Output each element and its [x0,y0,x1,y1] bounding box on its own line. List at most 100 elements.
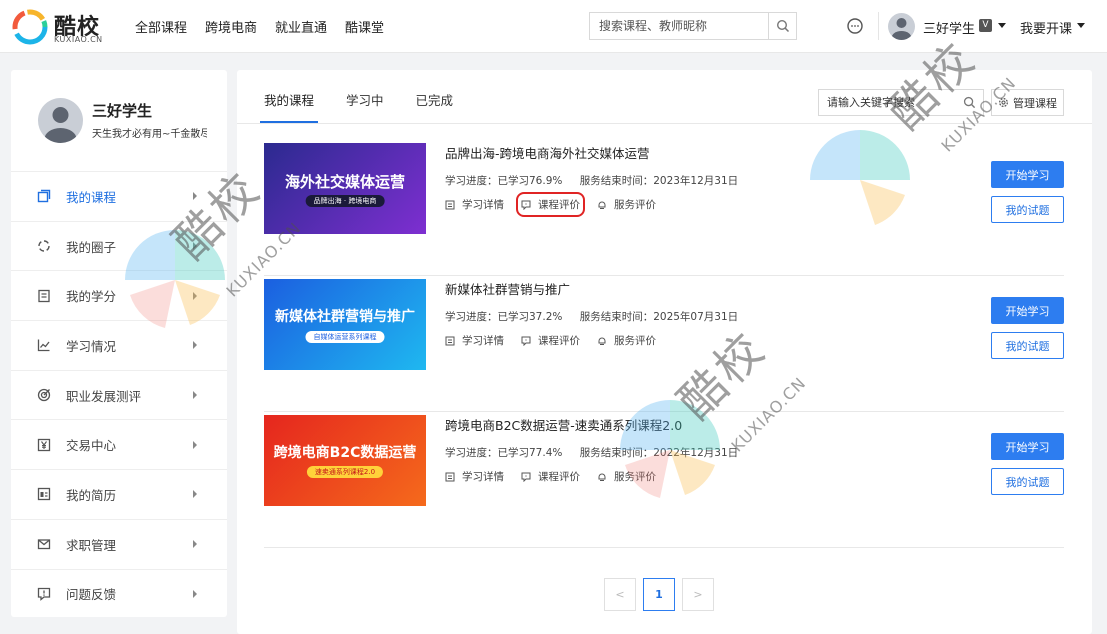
course-title[interactable]: 品牌出海-跨境电商海外社交媒体运营 [445,143,650,162]
start-learning-button[interactable]: 开始学习 [991,161,1064,188]
course-cover[interactable]: 海外社交媒体运营 品牌出海 · 跨境电商 [264,143,426,234]
course-progress: 学习进度：已学习77.4% [445,447,563,459]
teach-chevron-down-icon[interactable] [1077,23,1085,28]
service-review-link[interactable]: 服务评价 [597,333,656,348]
sidebar-item-circles[interactable]: 我的圈子 [11,220,227,271]
tab-completed[interactable]: 已完成 [416,70,454,122]
mail-icon [37,539,51,550]
resume-icon [37,488,51,501]
message-icon[interactable] [846,17,864,35]
course-meta: 学习进度：已学习37.2% 服务结束时间：2025年07月31日 [445,309,752,324]
profile-motto: 天生我才必有用~千金散尽还复来 [92,129,207,140]
service-review-label: 服务评价 [614,199,656,211]
start-learning-button[interactable]: 开始学习 [991,297,1064,324]
tab-my-courses[interactable]: 我的课程 [259,70,319,123]
course-title[interactable]: 跨境电商B2C数据运营-速卖通系列课程2.0 [445,415,682,434]
sidebar-item-credits[interactable]: 我的学分 [11,270,227,320]
cover-tag: 速卖通系列课程2.0 [306,466,384,478]
profile-avatar-icon [44,107,77,143]
course-review-link[interactable]: 课程评价 [521,333,580,348]
comment-icon [521,472,531,482]
service-review-label: 服务评价 [614,471,656,483]
my-exams-button[interactable]: 我的试题 [991,332,1064,359]
sidebar-item-resume[interactable]: 我的简历 [11,469,227,519]
chevron-right-icon [193,192,197,201]
study-detail-link[interactable]: 学习详情 [445,469,504,484]
course-links: 学习详情 课程评价 服务评价 [445,469,673,484]
course-cover[interactable]: 跨境电商B2C数据运营 速卖通系列课程2.0 [264,415,426,506]
page-1-button[interactable]: 1 [643,578,675,611]
sidebar-item-my-courses[interactable]: 我的课程 [11,171,227,221]
sidebar-item-feedback[interactable]: 问题反馈 [11,568,227,619]
course-review-link[interactable]: 课程评价 [516,192,585,217]
course-end-date: 服务结束时间：2023年12月31日 [579,175,739,187]
keyword-search-input[interactable] [819,90,955,115]
next-page-button[interactable]: > [682,578,714,611]
course-end-date: 服务结束时间：2022年12月31日 [579,447,739,459]
sidebar-item-label: 我的圈子 [66,239,117,255]
sidebar-item-label: 求职管理 [66,537,117,553]
profile-avatar[interactable] [38,98,83,143]
course-title[interactable]: 新媒体社群营销与推广 [445,279,570,298]
site-search [589,12,797,40]
sidebar-item-job-management[interactable]: 求职管理 [11,518,227,569]
course-meta: 学习进度：已学习77.4% 服务结束时间：2022年12月31日 [445,445,752,460]
main-panel: 我的课程 学习中 已完成 管理课程 海外社交媒体运营 品牌出海 · 跨境电商 品… [237,70,1092,634]
chart-icon [37,339,50,352]
sidebar-menu: 我的课程 我的圈子 我的学分 学习情况 职业发展测评 交易中心 我的简历 求职管… [11,171,227,618]
start-teaching-link[interactable]: 我要开课 [1020,18,1072,37]
chevron-right-icon [193,341,197,350]
manage-courses-button[interactable]: 管理课程 [991,89,1064,116]
course-review-link[interactable]: 课程评价 [521,469,580,484]
service-icon [598,473,606,481]
vip-badge: V [979,19,992,32]
chevron-right-icon [193,291,197,300]
course-review-label: 课程评价 [538,199,580,211]
search-input[interactable] [590,13,768,39]
sidebar: 三好学生 天生我才必有用~千金散尽还复来 我的课程 我的圈子 我的学分 学习情况… [11,70,227,617]
circle-icon [38,240,50,252]
sidebar-item-label: 问题反馈 [66,587,117,603]
study-detail-link[interactable]: 学习详情 [445,333,504,348]
service-review-link[interactable]: 服务评价 [597,469,656,484]
sidebar-item-career-assessment[interactable]: 职业发展测评 [11,369,227,420]
my-exams-button[interactable]: 我的试题 [991,196,1064,223]
tab-learning[interactable]: 学习中 [346,70,384,122]
user-avatar[interactable] [888,13,915,40]
study-detail-link[interactable]: 学习详情 [445,197,504,212]
logo-domain: KUXIAO.CN [54,35,103,44]
sidebar-item-label: 学习情况 [66,338,117,354]
cover-title: 海外社交媒体运营 [284,173,405,191]
chevron-right-icon [193,391,197,400]
feedback-icon [37,587,51,601]
course-icon [37,190,51,203]
my-exams-button[interactable]: 我的试题 [991,468,1064,495]
cover-tag: 自媒体运营系列课程 [305,331,385,343]
sidebar-item-label: 我的学分 [66,289,117,305]
site-logo[interactable]: 酷校 KUXIAO.CN [12,7,107,47]
chevron-right-icon [193,589,197,598]
start-learning-button[interactable]: 开始学习 [991,433,1064,460]
study-detail-label: 学习详情 [462,471,504,483]
course-review-label: 课程评价 [538,471,580,483]
keyword-search-button[interactable] [955,90,983,115]
course-cover[interactable]: 新媒体社群营销与推广 自媒体运营系列课程 [264,279,426,370]
keyword-search [818,89,984,116]
nav-employment[interactable]: 就业直通 [275,17,327,36]
nav-cross-border[interactable]: 跨境电商 [205,17,257,36]
course-tabs: 我的课程 学习中 已完成 [259,70,485,123]
user-menu-chevron-down-icon[interactable] [998,23,1006,28]
sidebar-item-label: 交易中心 [66,438,117,454]
sidebar-item-trade-center[interactable]: 交易中心 [11,419,227,469]
course-links: 学习详情 课程评价 服务评价 [445,192,673,217]
prev-page-button[interactable]: < [604,578,636,611]
nav-all-courses[interactable]: 全部课程 [135,17,187,36]
service-review-link[interactable]: 服务评价 [597,197,656,212]
user-name[interactable]: 三好学生 [923,18,975,37]
sidebar-item-learning-status[interactable]: 学习情况 [11,320,227,370]
header-divider [878,12,879,40]
nav-classroom[interactable]: 酷课堂 [345,17,384,36]
chevron-right-icon [193,440,197,449]
search-button[interactable] [768,13,796,39]
course-progress: 学习进度：已学习76.9% [445,175,563,187]
